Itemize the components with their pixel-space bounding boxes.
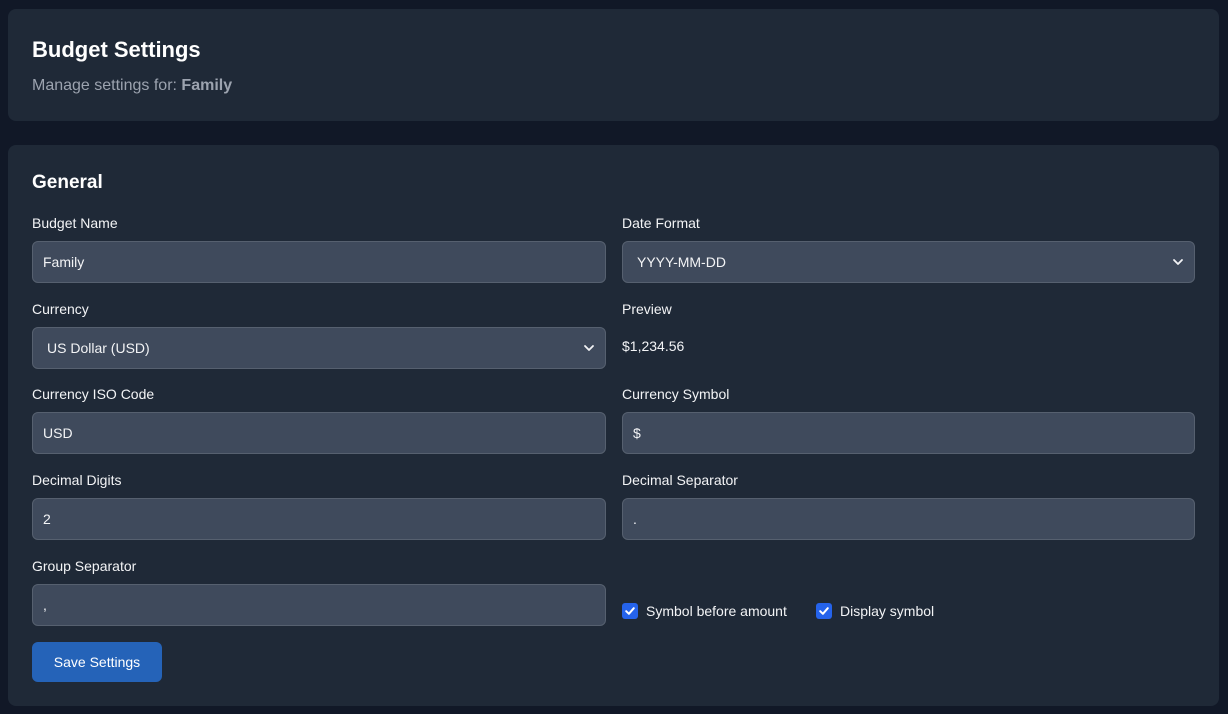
currency-value: US Dollar (USD) (47, 340, 150, 356)
group-separator-label: Group Separator (32, 558, 137, 574)
budget-name-input[interactable]: Family (32, 241, 606, 283)
date-format-label: Date Format (622, 215, 700, 231)
symbol-before-amount-label: Symbol before amount (646, 603, 787, 619)
date-format-select[interactable]: YYYY-MM-DD (622, 241, 1195, 283)
decimal-separator-value: . (633, 511, 637, 527)
checkmark-icon (819, 607, 829, 615)
currency-select[interactable]: US Dollar (USD) (32, 327, 606, 369)
chevron-down-icon (584, 345, 594, 351)
decimal-separator-label: Decimal Separator (622, 472, 738, 488)
currency-symbol-value: $ (633, 425, 641, 441)
group-separator-value: , (43, 597, 47, 613)
date-format-value: YYYY-MM-DD (637, 254, 726, 270)
general-settings-card: General Budget Name Family Date Format Y… (8, 145, 1219, 706)
symbol-before-amount-toggle[interactable]: Symbol before amount (622, 603, 787, 619)
subtitle-prefix: Manage settings for: (32, 77, 177, 94)
page-subtitle: Manage settings for: Family (32, 77, 232, 95)
budget-name-value: Family (43, 254, 85, 270)
decimal-digits-input[interactable]: 2 (32, 498, 606, 540)
budget-name-label: Budget Name (32, 215, 118, 231)
decimal-digits-label: Decimal Digits (32, 472, 122, 488)
currency-iso-label: Currency ISO Code (32, 386, 155, 402)
header-card: Budget Settings Manage settings for: Fam… (8, 9, 1219, 121)
display-symbol-label: Display symbol (840, 603, 935, 619)
chevron-down-icon (1173, 259, 1183, 265)
currency-iso-input[interactable]: USD (32, 412, 606, 454)
display-symbol-checkbox[interactable] (816, 603, 832, 619)
currency-iso-value: USD (43, 425, 73, 441)
decimal-separator-input[interactable]: . (622, 498, 1195, 540)
preview-label: Preview (622, 301, 672, 317)
checkmark-icon (625, 607, 635, 615)
group-separator-input[interactable]: , (32, 584, 606, 626)
subtitle-budget-name: Family (181, 77, 233, 94)
preview-value: $1,234.56 (622, 338, 685, 354)
currency-label: Currency (32, 301, 89, 317)
page-title: Budget Settings (32, 37, 201, 62)
symbol-before-amount-checkbox[interactable] (622, 603, 638, 619)
display-symbol-toggle[interactable]: Display symbol (816, 603, 934, 619)
decimal-digits-value: 2 (43, 511, 51, 527)
section-title-general: General (32, 172, 103, 193)
save-settings-button[interactable]: Save Settings (32, 642, 162, 682)
currency-symbol-input[interactable]: $ (622, 412, 1195, 454)
currency-symbol-label: Currency Symbol (622, 386, 730, 402)
